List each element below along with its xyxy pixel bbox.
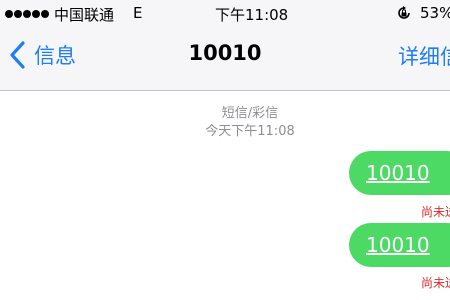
- sent-message-bubble[interactable]: 10010: [349, 223, 450, 267]
- signal-dot: [14, 10, 22, 18]
- message-type-label: 短信/彩信: [221, 106, 279, 121]
- signal-dot: [41, 10, 49, 18]
- conversation-title: 10010: [188, 41, 262, 65]
- carrier-name: 中国联通: [54, 6, 115, 24]
- delivery-status[interactable]: 尚未送达: [421, 274, 450, 291]
- message-link[interactable]: 10010: [366, 233, 430, 257]
- network-type: E: [133, 4, 143, 22]
- signal-dot: [32, 10, 40, 18]
- message-link[interactable]: 10010: [366, 161, 430, 185]
- messages-screen: 中国联通 E 下午11:08 53% 信息 10010 详细信息 短信/彩信 今…: [0, 0, 450, 300]
- battery-level: 53%: [420, 4, 450, 22]
- signal-strength-icon: [5, 8, 49, 20]
- top-bar: 中国联通 E 下午11:08 53% 信息 10010 详细信息: [0, 0, 450, 91]
- signal-dot: [23, 10, 31, 18]
- sent-message-bubble[interactable]: 10010: [349, 151, 450, 195]
- details-button[interactable]: 详细信息: [398, 41, 450, 71]
- status-time: 下午11:08: [215, 6, 289, 24]
- delivery-status[interactable]: 尚未送达: [421, 203, 450, 220]
- rotation-lock-icon: [398, 6, 410, 19]
- message-timestamp: 今天下午11:08: [205, 124, 295, 139]
- signal-dot: [5, 10, 13, 18]
